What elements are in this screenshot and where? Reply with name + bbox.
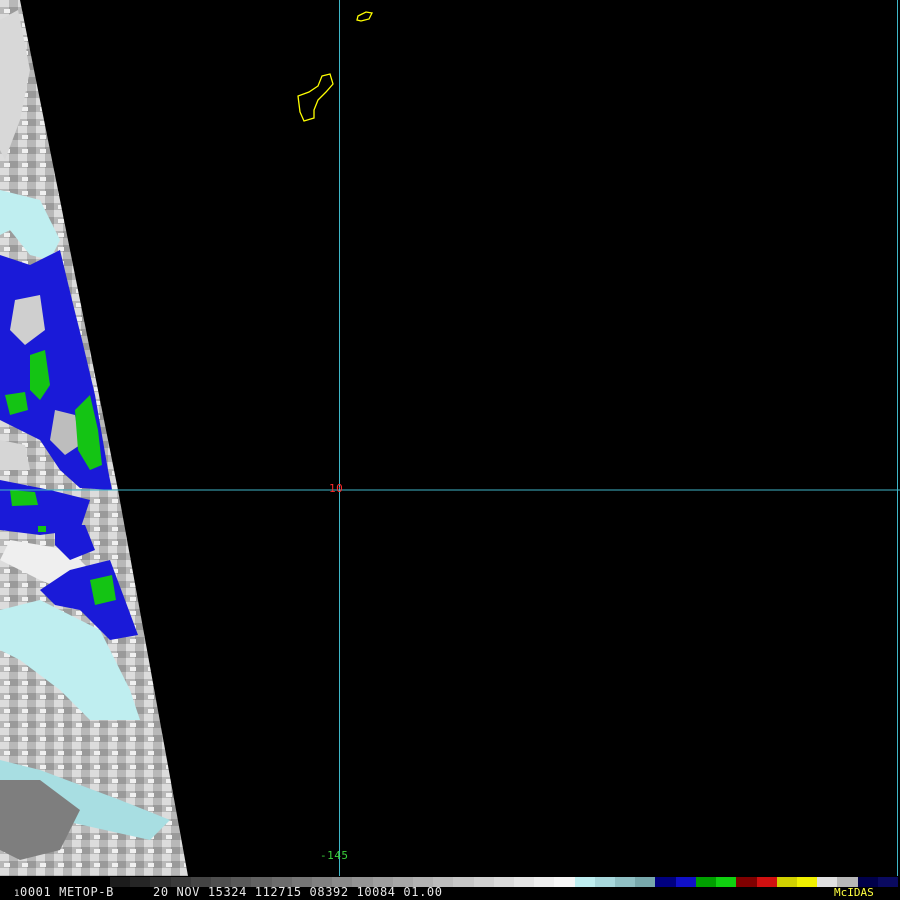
- color-bar-segment: [655, 877, 676, 887]
- color-bar-segment: [514, 877, 535, 887]
- mcidas-brand-label: McIDAS: [834, 886, 874, 899]
- color-bar-segment: [453, 877, 474, 887]
- color-bar-segment: [534, 877, 555, 887]
- color-bar-segment: [615, 877, 636, 887]
- color-bar-segment: [493, 877, 515, 887]
- longitude-label: -145: [320, 849, 349, 862]
- color-bar-segment: [594, 877, 616, 887]
- latitude-label: 10: [329, 482, 344, 495]
- satellite-svg: [0, 0, 900, 876]
- satellite-image: [0, 0, 900, 876]
- color-bar-segment: [473, 877, 494, 887]
- color-bar-segment: [554, 877, 575, 887]
- convection-green-4: [10, 490, 38, 506]
- color-bar-segment: [675, 877, 696, 887]
- convection-green-6: [38, 526, 46, 532]
- color-bar-segment: [716, 877, 737, 887]
- color-bar-segment: [635, 877, 656, 887]
- color-bar-segment: [796, 877, 818, 887]
- island-coastline-small: [356, 11, 373, 22]
- image-metadata: 0001 METOP-B 20 NOV 15324 112715 08392 1…: [20, 885, 443, 899]
- color-bar-segment: [756, 877, 777, 887]
- color-bar-segment: [574, 877, 595, 887]
- color-bar-segment: [776, 877, 797, 887]
- cloud-swath: [0, 0, 188, 876]
- color-bar-segment: [736, 877, 757, 887]
- color-bar-segment: [877, 877, 898, 887]
- color-bar-segment: [695, 877, 717, 887]
- island-coastline-large: [297, 73, 334, 122]
- image-info-text: 10001 METOP-B 20 NOV 15324 112715 08392 …: [14, 886, 443, 900]
